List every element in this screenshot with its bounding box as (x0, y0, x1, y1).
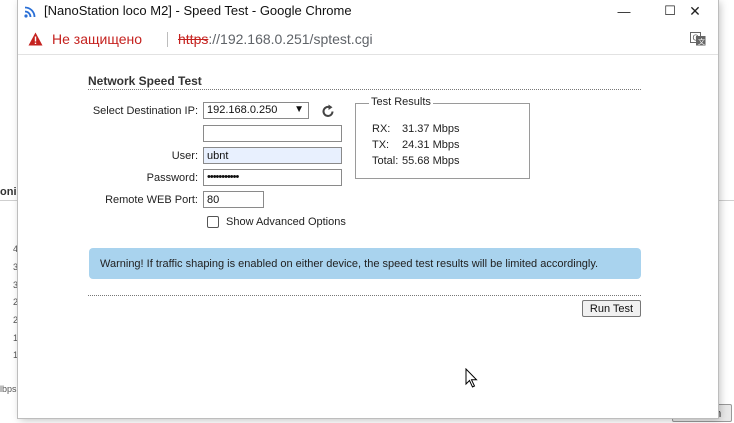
remote-web-port-input[interactable] (203, 191, 264, 208)
user-input[interactable] (203, 147, 342, 164)
chevron-down-icon: ▼ (294, 104, 304, 115)
speed-test-popup-window: [NanoStation loco M2] - Speed Test - Goo… (18, 0, 718, 418)
url-text[interactable]: https://192.168.0.251/sptest.cgi (178, 31, 373, 47)
svg-text:文: 文 (698, 37, 705, 46)
tx-label: TX: (372, 139, 390, 151)
password-label: Password: (146, 172, 198, 184)
close-button[interactable]: ✕ (672, 0, 718, 22)
address-bar[interactable]: Не защищено https://192.168.0.251/sptest… (18, 24, 718, 55)
section-title: Network Speed Test (88, 74, 202, 88)
total-value: 55.68 Mbps (402, 155, 460, 167)
window-title: [NanoStation loco M2] - Speed Test - Goo… (44, 3, 352, 18)
background-text-fragment: oni (0, 186, 17, 198)
minimize-button[interactable]: — (601, 0, 647, 22)
user-label: User: (171, 150, 198, 162)
section-divider (88, 89, 641, 90)
refresh-icon[interactable] (320, 103, 336, 119)
translate-icon[interactable]: G 文 (690, 32, 706, 46)
background-axis-unit: lbps (0, 384, 17, 394)
address-separator (167, 32, 168, 47)
wifi-app-icon (24, 6, 36, 18)
warning-text: Warning! If traffic shaping is enabled o… (100, 258, 599, 270)
rx-label: RX: (372, 123, 391, 135)
bottom-divider (88, 295, 641, 296)
rx-value: 31.37 Mbps (402, 123, 460, 135)
total-label: Total: (372, 155, 399, 167)
warning-triangle-icon[interactable] (28, 32, 43, 46)
background-divider (718, 200, 734, 201)
not-secure-label[interactable]: Не защищено (52, 31, 142, 47)
remote-web-port-label: Remote WEB Port: (105, 194, 198, 206)
advanced-options-checkbox[interactable] (207, 216, 219, 228)
background-divider (0, 200, 18, 201)
test-results-legend: Test Results (369, 96, 433, 108)
traffic-shaping-warning: Warning! If traffic shaping is enabled o… (89, 248, 641, 279)
url-protocol: https (178, 31, 209, 47)
destination-ip-value: 192.168.0.250 (207, 104, 278, 116)
url-path: ://192.168.0.251/sptest.cgi (208, 31, 373, 47)
password-input[interactable]: ••••••••••• (203, 169, 342, 186)
speed-test-form: Network Speed Test Select Destination IP… (18, 55, 718, 418)
destination-ip-label: Select Destination IP: (92, 105, 198, 117)
destination-ip-select[interactable]: 192.168.0.250 ▼ (203, 102, 309, 119)
window-titlebar[interactable]: [NanoStation loco M2] - Speed Test - Goo… (18, 0, 718, 22)
mouse-cursor-icon (465, 368, 478, 388)
custom-ip-input[interactable] (203, 125, 342, 142)
tx-value: 24.31 Mbps (402, 139, 460, 151)
run-test-button[interactable]: Run Test (582, 300, 641, 317)
advanced-options-label[interactable]: Show Advanced Options (226, 216, 346, 228)
